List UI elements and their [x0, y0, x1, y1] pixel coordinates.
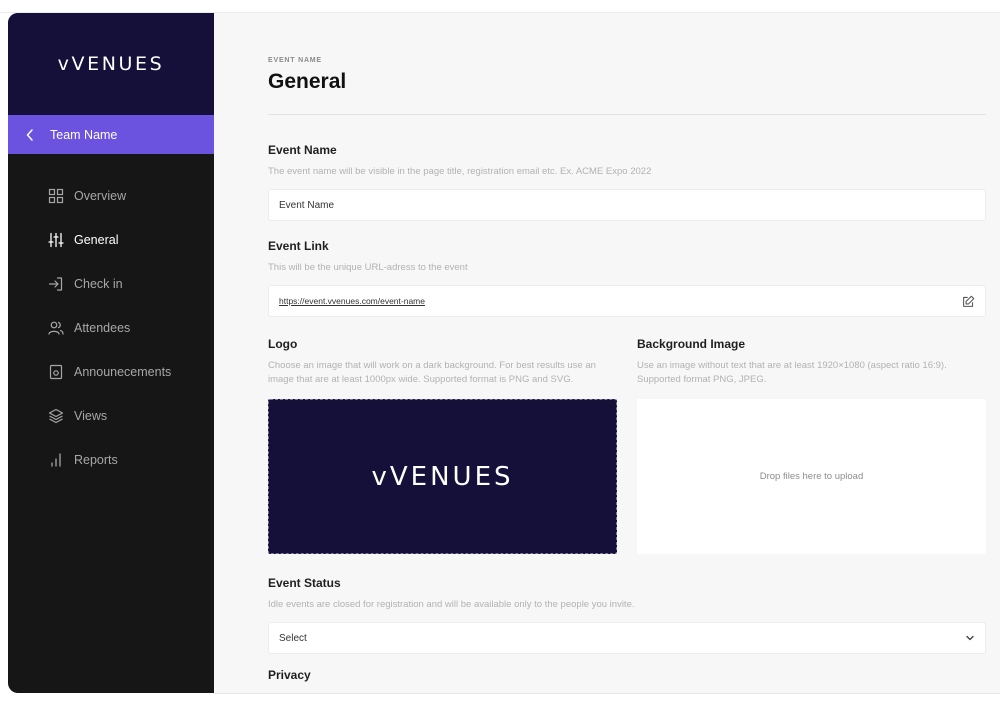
image-upload-row: Logo Choose an image that will work on a…	[268, 337, 986, 554]
dropzone-text: Drop files here to upload	[759, 471, 864, 482]
logo-preview: vVENUES	[371, 461, 514, 492]
event-name-value: Event Name	[279, 199, 335, 211]
event-link-section: Event Link This will be the unique URL-a…	[268, 239, 986, 317]
layers-icon	[48, 408, 64, 424]
background-image-dropzone[interactable]: Drop files here to upload	[637, 399, 986, 554]
sidebar-item-announcements[interactable]: Announecements	[8, 350, 214, 394]
event-status-value: Select	[279, 632, 307, 644]
logo-section: Logo Choose an image that will work on a…	[268, 337, 617, 554]
chevron-left-icon	[26, 128, 36, 142]
event-status-label: Event Status	[268, 576, 341, 590]
chevron-down-icon	[965, 633, 975, 643]
logo-upload-dropzone[interactable]: vVENUES	[268, 399, 617, 554]
sidebar-item-label: Reports	[74, 453, 118, 467]
login-icon	[48, 276, 64, 292]
event-name-section: Event Name The event name will be visibl…	[268, 143, 986, 221]
page-title: General	[268, 70, 347, 93]
team-name: Team Name	[50, 127, 118, 142]
sidebar-item-label: Announecements	[74, 365, 172, 379]
sidebar-item-general[interactable]: General	[8, 218, 214, 262]
logo-help: Choose an image that will work on a dark…	[268, 360, 596, 385]
event-name-input[interactable]: Event Name	[268, 189, 986, 221]
sidebar-item-reports[interactable]: Reports	[8, 438, 214, 482]
bottom-border	[214, 693, 1000, 694]
sidebar-nav: Overview General Check in Attendees Anno…	[8, 154, 214, 482]
background-image-label: Background Image	[637, 337, 746, 351]
event-name-label: Event Name	[268, 143, 337, 157]
sidebar-item-label: Attendees	[74, 321, 131, 335]
event-link-url[interactable]: https://event.vvenues.com/event-name	[279, 296, 425, 306]
background-image-help: Use an image without text that are at le…	[637, 360, 947, 385]
sidebar-item-views[interactable]: Views	[8, 394, 214, 438]
sidebar-item-overview[interactable]: Overview	[8, 174, 214, 218]
event-status-section: Event Status Idle events are closed for …	[268, 576, 986, 654]
event-link-label: Event Link	[268, 239, 329, 253]
privacy-label: Privacy	[268, 668, 311, 682]
announcement-icon	[48, 364, 64, 380]
event-link-help: This will be the unique URL-adress to th…	[268, 262, 468, 273]
grid-icon	[48, 188, 64, 204]
app-window: vVENUES Team Name Overview General Check…	[8, 13, 1000, 693]
sidebar-item-label: Check in	[74, 277, 123, 291]
brand-logo[interactable]: vVENUES	[58, 53, 165, 75]
sliders-icon	[48, 232, 64, 248]
event-status-help: Idle events are closed for registration …	[268, 599, 635, 610]
event-status-select[interactable]: Select	[268, 622, 986, 654]
sidebar-item-label: Overview	[74, 189, 127, 203]
bar-chart-icon	[48, 452, 64, 468]
logo-label: Logo	[268, 337, 298, 351]
sidebar-item-attendees[interactable]: Attendees	[8, 306, 214, 350]
main-content: EVENT NAME General Event Name The event …	[214, 13, 1000, 693]
event-name-help: The event name will be visible in the pa…	[268, 166, 652, 177]
sidebar-item-label: Views	[74, 409, 108, 423]
team-switcher[interactable]: Team Name	[8, 115, 214, 154]
privacy-section: Privacy	[268, 668, 986, 682]
edit-icon[interactable]	[962, 295, 975, 308]
background-image-section: Background Image Use an image without te…	[637, 337, 986, 554]
event-link-input[interactable]: https://event.vvenues.com/event-name	[268, 285, 986, 317]
sidebar: vVENUES Team Name Overview General Check…	[8, 13, 214, 693]
brand-header: vVENUES	[8, 13, 214, 115]
page-eyebrow: EVENT NAME	[268, 57, 322, 64]
sidebar-item-label: General	[74, 233, 119, 247]
header-divider	[268, 114, 986, 115]
sidebar-item-check-in[interactable]: Check in	[8, 262, 214, 306]
users-icon	[48, 320, 64, 336]
